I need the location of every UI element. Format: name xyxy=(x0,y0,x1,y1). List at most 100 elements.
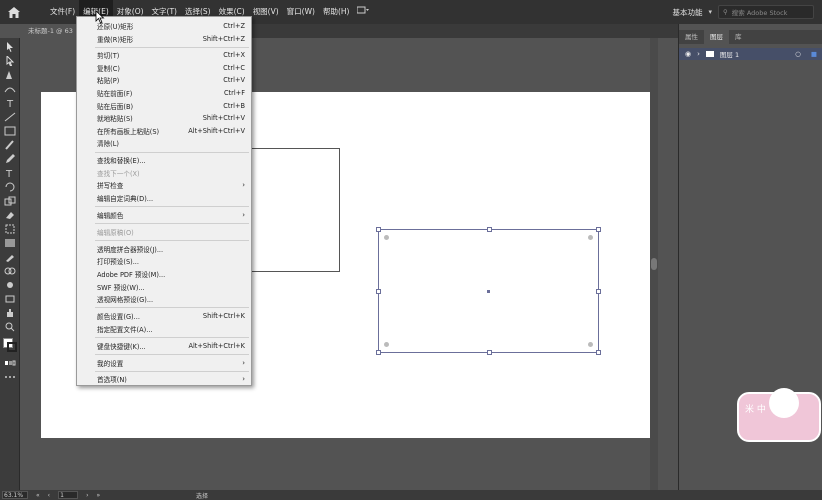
resize-handle[interactable] xyxy=(596,350,601,355)
artboard-tool-icon[interactable] xyxy=(4,294,16,304)
chevron-down-icon[interactable]: ▾ xyxy=(708,8,712,16)
free-transform-tool-icon[interactable] xyxy=(4,224,16,234)
menu-item-color-settings[interactable]: 颜色设置(G)... Shift+Ctrl+K xyxy=(77,310,253,323)
selection-tool-icon[interactable] xyxy=(4,42,16,52)
menu-window[interactable]: 窗口(W) xyxy=(283,0,319,24)
menu-view[interactable]: 视图(V) xyxy=(249,0,283,24)
resize-handle[interactable] xyxy=(487,227,492,232)
scrollbar-thumb[interactable] xyxy=(651,258,657,270)
menu-item-my-settings[interactable]: 我的设置 › xyxy=(77,357,253,370)
hand-tool-icon[interactable] xyxy=(4,308,16,318)
line-tool-icon[interactable] xyxy=(4,112,16,122)
next-artboard-icon[interactable]: » xyxy=(96,492,100,499)
menu-file[interactable]: 文件(F) xyxy=(46,0,79,24)
blend-tool-icon[interactable] xyxy=(4,266,16,276)
direct-selection-tool-icon[interactable] xyxy=(4,56,16,66)
pencil-tool-icon[interactable] xyxy=(4,154,16,164)
menu-item-perspective-grid-presets[interactable]: 透视网格预设(G)... xyxy=(77,293,253,306)
menu-item-clear[interactable]: 清除(L) xyxy=(77,137,253,150)
corner-radius-widget[interactable] xyxy=(384,342,389,347)
home-icon[interactable] xyxy=(0,0,28,24)
eye-icon[interactable]: ◉ xyxy=(685,50,691,58)
menu-item-pdf-presets[interactable]: Adobe PDF 预设(M)... xyxy=(77,268,253,281)
more-tools-icon[interactable] xyxy=(4,372,16,382)
rectangle-tool-icon[interactable] xyxy=(4,126,16,136)
menu-item-paste[interactable]: 粘贴(P) Ctrl+V xyxy=(77,74,253,87)
eraser-tool-icon[interactable] xyxy=(4,210,16,220)
menu-item-preferences[interactable]: 首选项(N) › xyxy=(77,373,253,386)
paintbrush-tool-icon[interactable] xyxy=(4,140,16,150)
menu-label: 还原(U)矩形 xyxy=(97,23,134,32)
menu-item-redo[interactable]: 重做(R)矩形 Shift+Ctrl+Z xyxy=(77,33,253,46)
corner-radius-widget[interactable] xyxy=(588,342,593,347)
fill-stroke-swatch[interactable] xyxy=(3,338,17,352)
menu-item-paste-in-front[interactable]: 贴在前面(F) Ctrl+F xyxy=(77,87,253,100)
selected-rectangle-shape[interactable] xyxy=(376,227,601,355)
tab-libraries[interactable]: 库 xyxy=(729,30,748,44)
layer-target-icons: ○ ■ xyxy=(795,50,817,58)
tab-properties[interactable]: 属性 xyxy=(679,30,704,44)
menu-item-spelling[interactable]: 拼写检查 › xyxy=(77,179,253,192)
menu-item-edit-original: 编辑原稿(O) xyxy=(77,226,253,239)
artboard-number-field[interactable]: 1 xyxy=(58,491,79,499)
vertical-scrollbar[interactable] xyxy=(650,38,658,490)
menu-item-assign-profile[interactable]: 指定配置文件(A)... xyxy=(77,323,253,336)
menu-item-paste-in-back[interactable]: 贴在后面(B) Ctrl+B xyxy=(77,99,253,112)
menu-item-paste-in-place[interactable]: 就地粘贴(S) Shift+Ctrl+V xyxy=(77,112,253,125)
menu-separator xyxy=(95,47,249,48)
menu-item-keyboard-shortcuts[interactable]: 键盘快捷键(K)... Alt+Shift+Ctrl+K xyxy=(77,340,253,353)
menu-item-copy[interactable]: 复制(C) Ctrl+C xyxy=(77,62,253,75)
symbol-sprayer-tool-icon[interactable] xyxy=(4,280,16,290)
rotate-tool-icon[interactable] xyxy=(4,182,16,192)
menu-label: 首选项(N) xyxy=(97,376,127,385)
curvature-tool-icon[interactable] xyxy=(4,84,16,94)
workspace-switcher[interactable]: 基本功能 xyxy=(672,7,702,18)
menu-item-cut[interactable]: 剪切(T) Ctrl+X xyxy=(77,49,253,62)
resize-handle[interactable] xyxy=(487,350,492,355)
pen-tool-icon[interactable] xyxy=(4,70,16,80)
menu-item-print-presets[interactable]: 打印预设(S)... xyxy=(77,255,253,268)
menubar-right: 基本功能 ▾ ⚲ 搜索 Adobe Stock xyxy=(672,0,822,24)
zoom-field[interactable]: 63.1% xyxy=(2,491,28,499)
eyedropper-tool-icon[interactable] xyxy=(4,252,16,262)
edit-menu-dropdown: 还原(U)矩形 Ctrl+Z 重做(R)矩形 Shift+Ctrl+Z 剪切(T) C… xyxy=(76,16,252,386)
gradient-tool-icon[interactable] xyxy=(4,238,16,248)
prev-artboard-icon[interactable]: « xyxy=(36,492,40,499)
document-tab[interactable]: 未标题-1 @ 63 xyxy=(20,24,81,38)
menu-separator xyxy=(95,240,249,241)
text-tool-icon[interactable]: T xyxy=(4,168,16,178)
previous-icon[interactable]: ‹ xyxy=(48,492,50,499)
menu-item-swf-presets[interactable]: SWF 预设(W)... xyxy=(77,280,253,293)
next-icon[interactable]: › xyxy=(86,492,88,499)
type-tool-icon[interactable]: T xyxy=(4,98,16,108)
corner-radius-widget[interactable] xyxy=(588,235,593,240)
svg-text:T: T xyxy=(6,99,14,108)
menu-label: 指定配置文件(A)... xyxy=(97,325,153,334)
submenu-arrow-icon: › xyxy=(242,181,245,190)
corner-radius-widget[interactable] xyxy=(384,235,389,240)
menu-label: 剪切(T) xyxy=(97,52,120,61)
resize-handle[interactable] xyxy=(376,289,381,294)
rectangle-shape[interactable] xyxy=(251,148,340,272)
menu-item-find-replace[interactable]: 查找和替换(E)... xyxy=(77,154,253,167)
target-icon[interactable]: ○ xyxy=(795,50,801,58)
menu-shortcut: Shift+Ctrl+Z xyxy=(202,34,245,43)
scale-tool-icon[interactable] xyxy=(4,196,16,206)
zoom-tool-icon[interactable] xyxy=(4,322,16,332)
stock-search-input[interactable]: ⚲ 搜索 Adobe Stock xyxy=(718,5,814,19)
arrange-documents-icon[interactable] xyxy=(353,0,373,24)
resize-handle[interactable] xyxy=(596,227,601,232)
resize-handle[interactable] xyxy=(596,289,601,294)
chevron-right-icon[interactable]: › xyxy=(697,50,700,58)
menu-item-paste-on-all-artboards[interactable]: 在所有画板上粘贴(S) Alt+Shift+Ctrl+V xyxy=(77,125,253,138)
menu-item-edit-colors[interactable]: 编辑颜色 › xyxy=(77,209,253,222)
menu-item-flattener-presets[interactable]: 透明度拼合器预设(J)... xyxy=(77,243,253,256)
layer-name: 图层 1 xyxy=(719,51,740,59)
layer-row[interactable]: ◉ › 图层 1 ○ ■ xyxy=(679,48,822,60)
resize-handle[interactable] xyxy=(376,350,381,355)
tab-layers[interactable]: 图层 xyxy=(704,30,729,44)
menu-item-edit-custom-dictionary[interactable]: 编辑自定词典(D)... xyxy=(77,192,253,205)
color-mode-icon[interactable] xyxy=(4,358,16,368)
menu-help[interactable]: 帮助(H) xyxy=(319,0,354,24)
resize-handle[interactable] xyxy=(376,227,381,232)
